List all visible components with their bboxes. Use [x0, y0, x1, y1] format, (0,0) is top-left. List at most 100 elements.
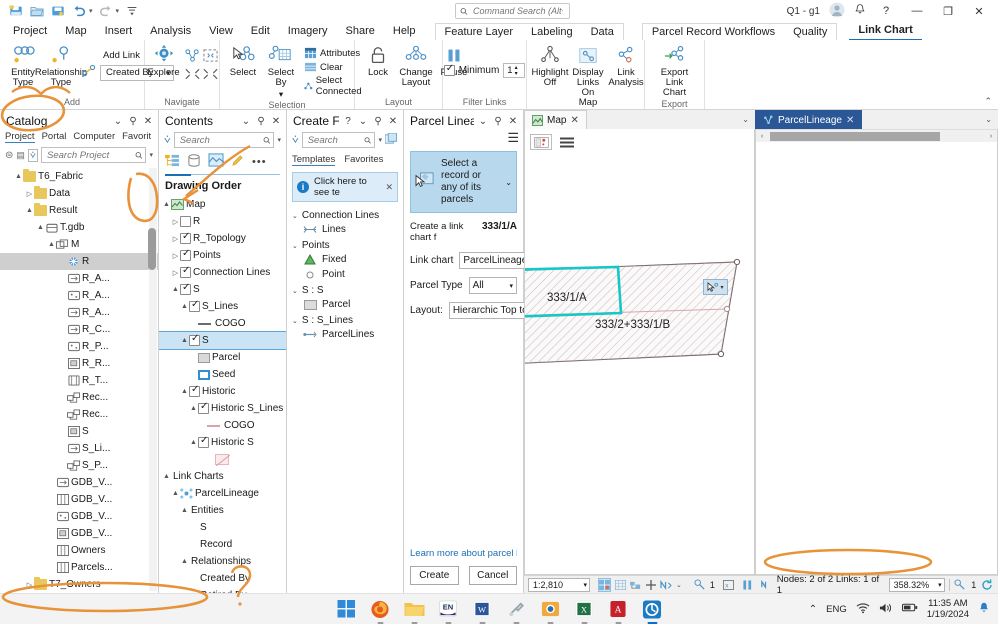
tab-parcellineage-view[interactable]: ParcelLineage ✕: [755, 110, 863, 129]
contents-tree-item[interactable]: [159, 451, 286, 468]
template-item[interactable]: Lines: [287, 222, 403, 237]
highlight-off-button[interactable]: Highlight Off: [532, 44, 568, 89]
catalog-tree-item[interactable]: ▲ M: [0, 236, 158, 253]
pl-pin-icon[interactable]: ⚲: [492, 116, 504, 127]
link-chart-refresh-icon[interactable]: [980, 578, 994, 592]
contents-tree-item[interactable]: ▲ Map: [159, 196, 286, 213]
tree-expander-icon[interactable]: ▲: [180, 507, 189, 514]
tab-quality[interactable]: Quality: [784, 24, 836, 41]
export-link-chart-button[interactable]: Export Link Chart: [650, 44, 699, 99]
tab-insert[interactable]: Insert: [96, 23, 142, 40]
tree-expander-icon[interactable]: ▷: [171, 269, 180, 277]
tab-parcel-record-workflows[interactable]: Parcel Record Workflows: [643, 24, 784, 41]
link-chart-expand-icon[interactable]: [759, 578, 773, 592]
contents-tree-item[interactable]: ▲ Entities: [159, 502, 286, 519]
add-link-icon[interactable]: [81, 64, 97, 81]
tree-expander-icon[interactable]: ▲: [36, 224, 45, 231]
link-chart-input[interactable]: ParcelLineage: [459, 252, 532, 269]
list-by-data-source-icon[interactable]: [187, 153, 201, 170]
map-popup-tool[interactable]: ▾: [703, 279, 728, 295]
contents-tree[interactable]: ▲Map▷R▷R_Topology▷Points▷Connection Line…: [159, 194, 286, 593]
redo-icon[interactable]: [98, 3, 114, 19]
battery-icon[interactable]: [901, 602, 918, 616]
link-chart-hscrollbar[interactable]: ‹ ›: [756, 129, 997, 142]
tree-expander-icon[interactable]: ▲: [189, 439, 198, 446]
catalog-tree-item[interactable]: ▲ T6_Fabric: [0, 168, 158, 185]
catalog-scrollbar-track[interactable]: [148, 168, 157, 591]
select-record-chevron-icon[interactable]: ⌄: [505, 178, 512, 187]
zoom-out-arrows-icon[interactable]: [202, 67, 219, 84]
contents-tree-item[interactable]: ▲ Historic: [159, 383, 286, 400]
filter-icon[interactable]: ⩒: [27, 148, 38, 162]
wifi-icon[interactable]: [856, 602, 870, 617]
catalog-tree-item[interactable]: GDB_V...: [0, 525, 158, 542]
catalog-tab-favorites[interactable]: Favorit: [122, 131, 151, 143]
map-tab-overflow-icon[interactable]: ⌄: [736, 110, 755, 129]
catalog-tree[interactable]: ▲ T6_Fabric ▷ Data ▲ Result ▲ T.gdb ▲ M R R_A... R_A…: [0, 166, 158, 593]
catalog-tree-item[interactable]: ▲ T.gdb: [0, 219, 158, 236]
contents-close-icon[interactable]: ✕: [270, 116, 282, 127]
tree-expander-icon[interactable]: ▷: [25, 190, 34, 198]
undo-icon[interactable]: [71, 3, 87, 19]
filter-toggle-icon[interactable]: ▤: [16, 150, 25, 161]
catalog-search-box[interactable]: [41, 147, 147, 163]
link-chart-hscroll-thumb[interactable]: [770, 131, 940, 141]
tab-feature-layer[interactable]: Feature Layer: [436, 24, 522, 41]
map-tools-chevron-icon[interactable]: ⌄: [676, 581, 682, 589]
ime-en-icon[interactable]: EN: [438, 599, 459, 624]
layer-visibility-checkbox[interactable]: [189, 384, 200, 397]
layout-select[interactable]: Hierarchic Top to ▾: [448, 302, 536, 319]
layer-visibility-checkbox[interactable]: [198, 435, 209, 448]
minimum-checkbox[interactable]: [443, 63, 455, 76]
save-icon[interactable]: [8, 3, 24, 19]
tray-clock[interactable]: 11:35 AM 1/19/2024: [927, 598, 969, 620]
catalog-tree-item[interactable]: R_P...: [0, 338, 158, 355]
layer-visibility-checkbox[interactable]: [198, 401, 209, 414]
start-windows-icon[interactable]: [336, 599, 357, 620]
map-pause-drawing-icon[interactable]: [742, 578, 753, 592]
spinner-arrows-icon[interactable]: ▴ ▾: [515, 65, 518, 77]
map-snapping-tool[interactable]: [660, 578, 672, 592]
layer-visibility-checkbox[interactable]: [180, 265, 191, 278]
cf-search-chevron-icon[interactable]: ▾: [378, 136, 382, 144]
contents-tree-item[interactable]: ▲ ParcelLineage: [159, 485, 286, 502]
contents-tree-item[interactable]: ▷ Connection Lines: [159, 264, 286, 281]
catalog-tree-item[interactable]: R_R...: [0, 355, 158, 372]
catalog-tree-item[interactable]: Parcels...: [0, 559, 158, 576]
restore-button[interactable]: ❐: [937, 1, 959, 21]
display-links-on-map-button[interactable]: Display Links On Map: [570, 44, 606, 109]
contents-tree-item[interactable]: ▲ Historic S: [159, 434, 286, 451]
catalog-pin-icon[interactable]: ⚲: [127, 116, 139, 127]
catalog-tree-item[interactable]: R_T...: [0, 372, 158, 389]
contents-search-box[interactable]: [173, 132, 275, 148]
template-group-header[interactable]: ⌄ Connection Lines: [287, 207, 403, 222]
cf-tab-favorites[interactable]: Favorites: [344, 154, 383, 166]
map-canvas[interactable]: 333/1/A 333/2+333/1/B ▾: [524, 129, 755, 575]
notification-center-icon[interactable]: [978, 601, 990, 617]
volume-icon[interactable]: [879, 602, 893, 617]
command-search-input[interactable]: [471, 5, 565, 17]
contents-tree-item[interactable]: ▷ R: [159, 213, 286, 230]
word-icon[interactable]: W: [472, 599, 493, 624]
tree-expander-icon[interactable]: ▲: [47, 241, 56, 248]
select-by-button[interactable]: Select By ▾: [263, 44, 299, 100]
catalog-tree-item[interactable]: ▲ Result: [0, 202, 158, 219]
tab-share[interactable]: Share: [337, 23, 384, 40]
catalog-tree-item[interactable]: S_Li...: [0, 440, 158, 457]
select-button[interactable]: Select: [225, 44, 261, 79]
firefox-icon[interactable]: [370, 599, 391, 624]
tab-link-chart[interactable]: Link Chart: [849, 22, 922, 41]
map-scale-combo[interactable]: 1:2,810 ▾: [528, 577, 590, 592]
relationship-type-button[interactable]: Relationship Type: [35, 44, 87, 89]
map-parcel-graphics[interactable]: 333/1/A 333/2+333/1/B: [525, 129, 755, 569]
tab-project[interactable]: Project: [4, 23, 56, 40]
select-by-caret[interactable]: ▾: [279, 89, 283, 99]
catalog-tree-item[interactable]: Rec...: [0, 406, 158, 423]
banner-close-icon[interactable]: ✕: [385, 182, 393, 193]
tree-expander-icon[interactable]: ▲: [180, 337, 189, 344]
catalog-tab-computer[interactable]: Computer: [73, 131, 115, 143]
list-by-editing-icon[interactable]: [231, 154, 245, 170]
catalog-tab-portal[interactable]: Portal: [42, 131, 67, 143]
command-search[interactable]: [455, 3, 570, 19]
select-record-button[interactable]: Select a record or any of its parcels ⌄: [410, 151, 517, 213]
